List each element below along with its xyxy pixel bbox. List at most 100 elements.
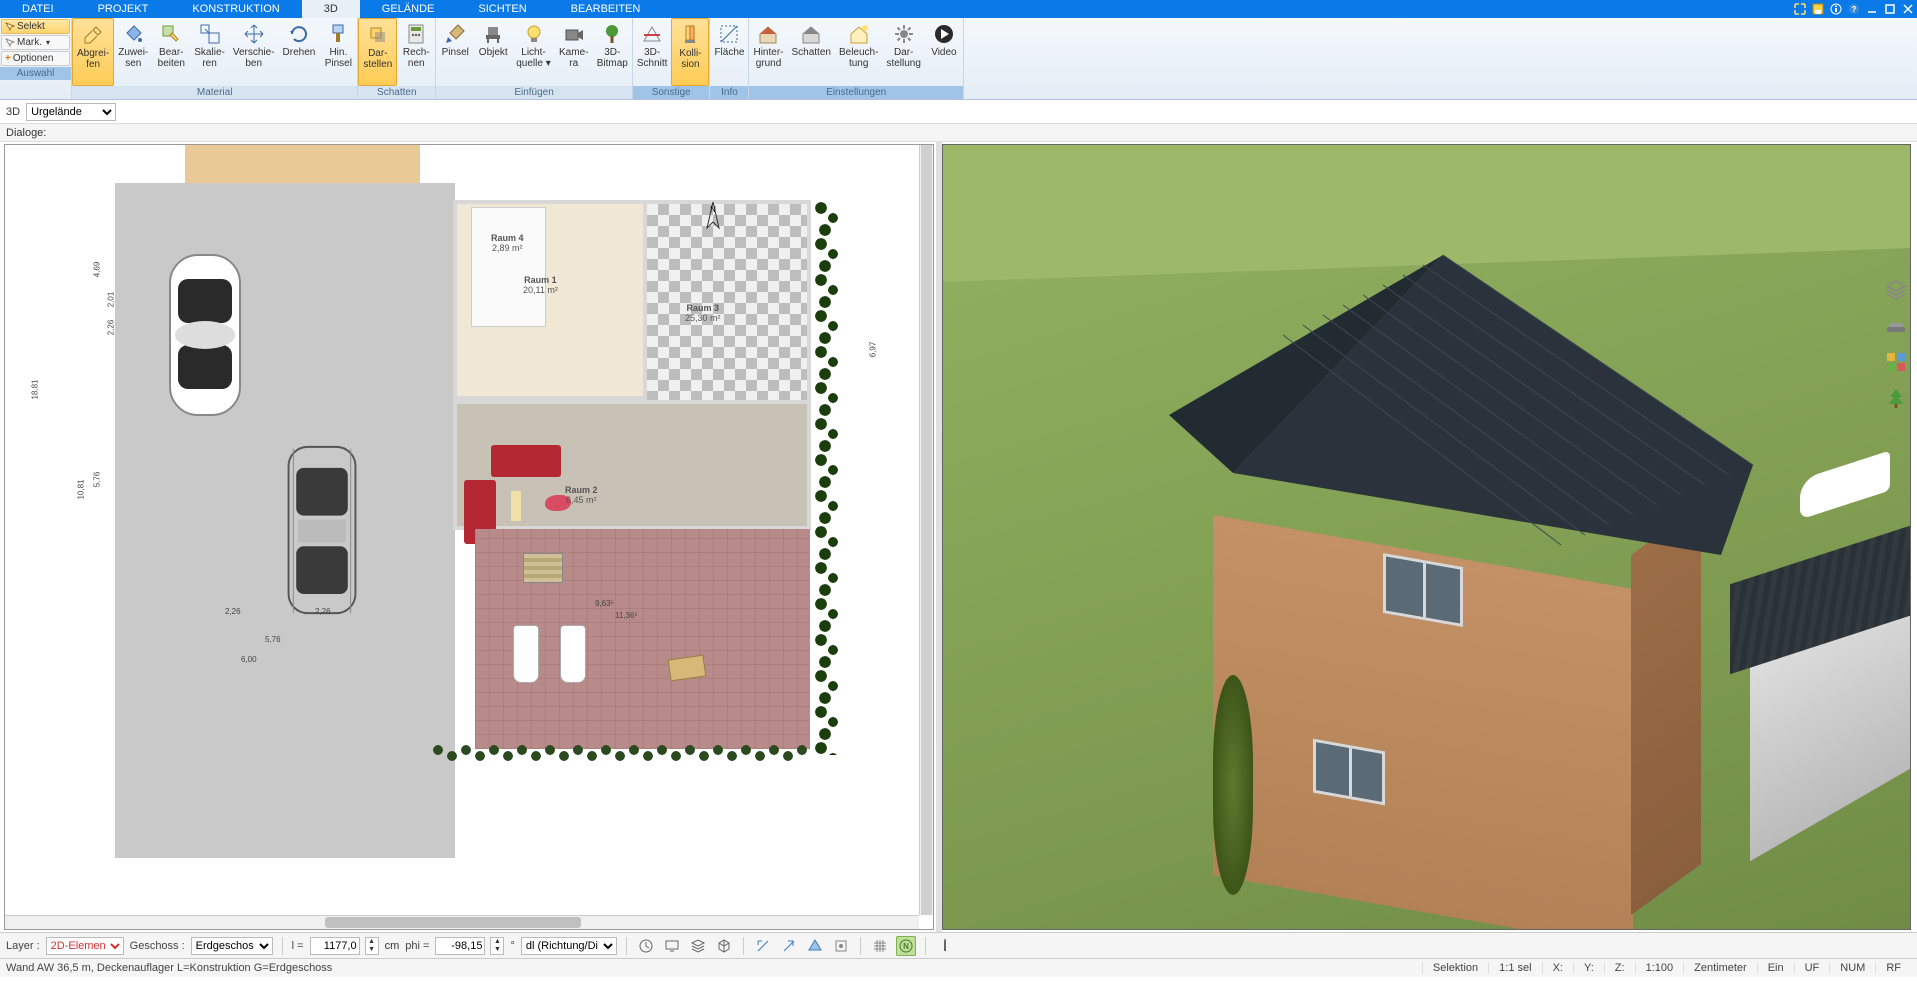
- tool-north-icon[interactable]: N: [896, 936, 916, 956]
- tool-snap-2-icon[interactable]: [779, 936, 799, 956]
- color-palette-icon[interactable]: [1884, 350, 1908, 374]
- ribbon-select-button[interactable]: Selekt: [1, 19, 70, 34]
- ribbon-btn-gear[interactable]: Dar-stellung: [882, 18, 924, 86]
- ribbon-btn-play[interactable]: Video: [925, 18, 963, 86]
- menu-tab-gelaende[interactable]: GELÄNDE: [360, 0, 457, 18]
- ribbon-btn-scale[interactable]: Skalie-ren: [190, 18, 229, 86]
- plan-car-1: [160, 245, 250, 425]
- ribbon-btn-house3[interactable]: Beleuch-tung: [835, 18, 882, 86]
- ribbon-btn-area[interactable]: Fläche: [710, 18, 748, 86]
- status-z: Z:: [1604, 962, 1635, 974]
- ribbon-btn-chair[interactable]: Objekt: [474, 18, 512, 86]
- plan-car-2: [279, 435, 365, 625]
- titlebar-info-icon[interactable]: [1827, 0, 1845, 18]
- length-label: l =: [292, 940, 304, 952]
- phi-stepper[interactable]: ▲▼: [490, 937, 504, 955]
- phi-input[interactable]: [435, 937, 485, 955]
- ribbon-btn-house[interactable]: Hinter-grund: [749, 18, 787, 86]
- ribbon-btn-calc[interactable]: Rech-nen: [397, 18, 435, 86]
- ribbon-group-info: Info: [710, 86, 748, 99]
- tool-monitor-icon[interactable]: [662, 936, 682, 956]
- ribbon: Selekt Mark.▾ +Optionen Auswahl Abgrei-f…: [0, 18, 1917, 100]
- tool-clock-icon[interactable]: [636, 936, 656, 956]
- ribbon-group-material: Material: [72, 86, 357, 99]
- view-2d[interactable]: N Raum 42,89 m² Raum 120,11 m² Raum 325,…: [4, 144, 934, 930]
- status-scale: 1:100: [1635, 962, 1684, 974]
- ribbon-btn-edit[interactable]: Bear-beiten: [152, 18, 190, 86]
- tree-icon[interactable]: [1884, 386, 1908, 410]
- menu-tab-konstruktion[interactable]: KONSTRUKTION: [170, 0, 301, 18]
- dialog-bar: Dialoge:: [0, 124, 1917, 142]
- floor-label: Geschoss :: [130, 940, 185, 952]
- ribbon-btn-paintbrush[interactable]: Pinsel: [436, 18, 474, 86]
- scale-icon: [198, 22, 222, 46]
- svg-text:N: N: [903, 942, 909, 951]
- ribbon-mark-button[interactable]: Mark.▾: [1, 35, 70, 50]
- terrain-select[interactable]: Urgelände: [26, 103, 116, 121]
- tree-icon: [600, 22, 624, 46]
- plan-sofa-1: [491, 445, 561, 477]
- ribbon-btn-tree[interactable]: 3D-Bitmap: [593, 18, 632, 86]
- menu-tab-sichten[interactable]: SICHTEN: [456, 0, 548, 18]
- tool-box-icon[interactable]: [714, 936, 734, 956]
- dim-bot-2: 2,26: [315, 607, 331, 616]
- dim-bot-1: 2,26: [225, 607, 241, 616]
- ribbon-btn-bulb[interactable]: Licht-quelle ▾: [512, 18, 555, 86]
- dim-ter-1: 9,63⁵: [595, 599, 614, 608]
- ribbon-btn-shadow[interactable]: Dar-stellen: [358, 18, 397, 86]
- length-input[interactable]: [310, 937, 360, 955]
- titlebar-fullscreen-icon[interactable]: [1791, 0, 1809, 18]
- dim-left-3: 4,69: [92, 262, 101, 278]
- tool-snap-4-icon[interactable]: [831, 936, 851, 956]
- scrollbar-vertical[interactable]: [919, 145, 933, 915]
- tool-snap-3-icon[interactable]: [805, 936, 825, 956]
- dl-select[interactable]: dl (Richtung/Di: [521, 937, 617, 955]
- furniture-icon[interactable]: [1884, 314, 1908, 338]
- titlebar-help-icon[interactable]: ?: [1845, 0, 1863, 18]
- side-panel: [1881, 278, 1911, 410]
- ribbon-btn-collision[interactable]: Kolli-sion: [671, 18, 709, 86]
- svg-text:N: N: [710, 205, 716, 214]
- status-ratio: 1:1 sel: [1488, 962, 1541, 974]
- ribbon-options-button[interactable]: +Optionen: [1, 51, 70, 66]
- floor-select[interactable]: Erdgeschos: [191, 937, 273, 955]
- titlebar-save-icon[interactable]: [1809, 0, 1827, 18]
- status-selection: Selektion: [1422, 962, 1488, 974]
- menu-tab-projekt[interactable]: PROJEKT: [76, 0, 171, 18]
- ribbon-btn-house2[interactable]: Schatten: [787, 18, 834, 86]
- menu-tab-datei[interactable]: DATEI: [0, 0, 76, 18]
- ribbon-btn-rotate[interactable]: Drehen: [279, 18, 320, 86]
- bottom-toolbar: Layer : 2D-Elemen Geschoss : Erdgeschos …: [0, 932, 1917, 958]
- ribbon-btn-brush[interactable]: Hin.Pinsel: [319, 18, 357, 86]
- ribbon-btn-bucket[interactable]: Zuwei-sen: [114, 18, 152, 86]
- plan-label-room1: Raum 120,11 m²: [523, 275, 558, 295]
- window-maximize-icon[interactable]: [1881, 0, 1899, 18]
- ribbon-btn-camera[interactable]: Kame-ra: [555, 18, 593, 86]
- status-num: NUM: [1829, 962, 1875, 974]
- layers-icon[interactable]: [1884, 278, 1908, 302]
- length-stepper[interactable]: ▲▼: [365, 937, 379, 955]
- window-minimize-icon[interactable]: [1863, 0, 1881, 18]
- tool-grid-icon[interactable]: [870, 936, 890, 956]
- tool-info-icon[interactable]: [935, 936, 955, 956]
- ribbon-btn-section[interactable]: 3D-Schnitt: [633, 18, 672, 86]
- layer-select[interactable]: 2D-Elemen: [46, 937, 124, 955]
- house-wall-side: [1631, 504, 1701, 915]
- layer-label: Layer :: [6, 940, 40, 952]
- plan-label-room2: Raum 26,45 m²: [565, 485, 598, 505]
- view-3d[interactable]: [942, 144, 1911, 930]
- ribbon-btn-move[interactable]: Verschie-ben: [229, 18, 279, 86]
- dim-left-5: 2,26: [106, 320, 115, 336]
- scrollbar-horizontal[interactable]: [5, 915, 919, 929]
- window-close-icon[interactable]: [1899, 0, 1917, 18]
- ribbon-btn-dropper[interactable]: Abgrei-fen: [72, 18, 114, 86]
- edit-icon: [159, 22, 183, 46]
- dim-right-1: 6,97: [868, 342, 877, 358]
- menu-tab-bearbeiten[interactable]: BEARBEITEN: [549, 0, 663, 18]
- tool-layers-icon[interactable]: [688, 936, 708, 956]
- chair-icon: [481, 22, 505, 46]
- menu-tab-3d[interactable]: 3D: [302, 0, 360, 18]
- play-icon: [932, 22, 956, 46]
- tool-snap-1-icon[interactable]: [753, 936, 773, 956]
- status-unit: Zentimeter: [1683, 962, 1757, 974]
